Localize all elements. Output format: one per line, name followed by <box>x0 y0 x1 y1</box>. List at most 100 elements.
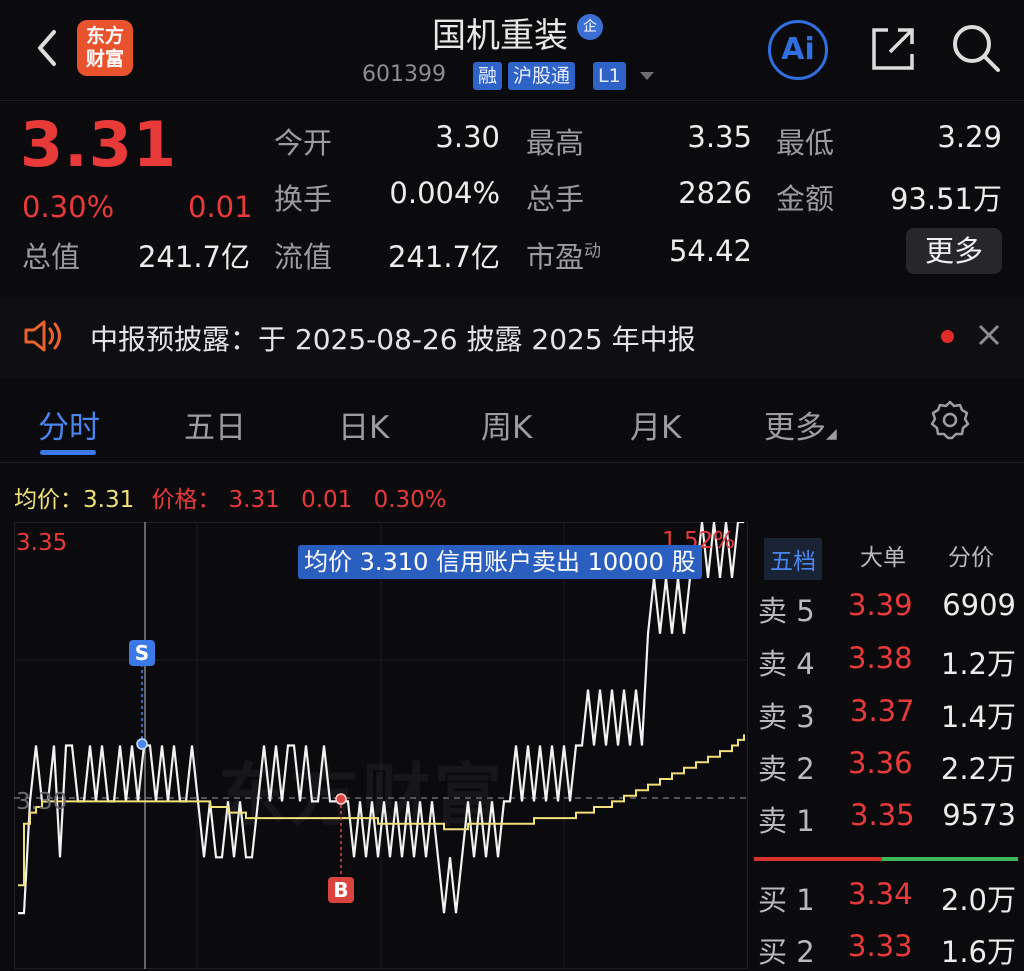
tab-price-distribution[interactable]: 分价 <box>948 538 994 572</box>
header-divider <box>0 100 1024 101</box>
float-cap-label: 流值 <box>274 240 333 274</box>
ask-volume: 1.4万 <box>940 700 1016 734</box>
ask-side-text: 卖 <box>758 752 788 786</box>
tab-more[interactable]: 更多◢ <box>764 402 837 447</box>
ask-volume: 2.2万 <box>940 752 1016 786</box>
logo-line-2: 财富 <box>85 48 124 70</box>
sell-marker[interactable]: S <box>129 640 155 666</box>
ask-level: 1 <box>796 804 815 838</box>
bid-side-text: 买 <box>758 935 788 969</box>
tab-intraday[interactable]: 分时 <box>38 402 100 447</box>
search-icon[interactable] <box>948 20 1004 76</box>
market-cap-value: 241.7亿 <box>137 240 250 274</box>
more-stats-button[interactable]: 更多 <box>906 228 1002 274</box>
volume-value: 2826 <box>678 176 752 210</box>
change-amount: 0.01 <box>188 190 253 224</box>
volume-label: 总手 <box>526 182 585 216</box>
pe-label-sup: 动 <box>584 241 602 262</box>
bid-price: 3.34 <box>848 877 913 911</box>
intraday-chart[interactable] <box>14 522 748 969</box>
ask-label: 卖 2 <box>758 746 815 788</box>
ask-level: 4 <box>796 647 815 681</box>
float-cap-value: 241.7亿 <box>387 240 500 274</box>
active-tab-indicator <box>40 450 96 455</box>
tab-weekly-k[interactable]: 周K <box>481 402 532 447</box>
ask-side-text: 卖 <box>758 700 788 734</box>
buy-point <box>335 793 347 805</box>
bid-level: 1 <box>796 883 815 917</box>
tab-daily-k[interactable]: 日K <box>338 402 389 447</box>
tab-five-levels[interactable]: 五档 <box>764 538 822 580</box>
ask-volume: 9573 <box>942 798 1016 832</box>
ask-price: 3.38 <box>848 641 913 675</box>
dropdown-caret-icon[interactable] <box>640 72 654 80</box>
market-cap-label: 总值 <box>22 240 81 274</box>
back-arrow-icon[interactable] <box>30 26 70 70</box>
ask-level: 2 <box>796 752 815 786</box>
tabs-divider <box>0 462 1024 463</box>
ask-strength-bar <box>754 857 882 861</box>
tab-monthly-k[interactable]: 月K <box>630 402 681 447</box>
open-value: 3.30 <box>435 120 500 154</box>
ask-price: 3.36 <box>848 746 913 780</box>
enterprise-badge: 企 <box>577 14 603 40</box>
amount-label: 金额 <box>776 182 835 216</box>
low-value: 3.29 <box>937 120 1002 154</box>
share-icon[interactable] <box>866 22 920 76</box>
tab-five-day[interactable]: 五日 <box>184 402 246 447</box>
stock-connect-tag: 沪股通 <box>508 62 576 90</box>
bid-price: 3.33 <box>848 929 913 963</box>
price-change: 0.01 <box>301 487 353 513</box>
ask-side-text: 卖 <box>758 594 788 628</box>
pe-label-text: 市盈 <box>526 240 585 274</box>
bid-label: 买 2 <box>758 929 815 971</box>
sell-point <box>136 738 148 750</box>
y-axis-base: 3.30 <box>16 789 68 815</box>
stock-code: 601399 <box>362 62 446 87</box>
gear-icon[interactable] <box>928 398 972 442</box>
bid-label: 买 1 <box>758 877 815 919</box>
ask-volume: 6909 <box>942 588 1016 622</box>
margin-tag: 融 <box>473 62 503 90</box>
logo-line-1: 东方 <box>85 25 124 47</box>
open-label: 今开 <box>274 126 333 160</box>
notice-text[interactable]: 中报预披露：于 2025-08-26 披露 2025 年中报 <box>90 318 696 358</box>
avg-value: 3.31 <box>83 487 135 513</box>
ask-label: 卖 4 <box>758 641 815 683</box>
tab-more-caret-icon: ◢ <box>826 426 837 442</box>
ai-assistant-button[interactable]: Ai <box>768 20 828 80</box>
tab-more-label: 更多 <box>764 410 826 446</box>
low-label: 最低 <box>776 126 835 160</box>
eastmoney-logo: 东方 财富 <box>77 20 133 76</box>
bid-level: 2 <box>796 935 815 969</box>
ask-level: 3 <box>796 700 815 734</box>
ask-side-text: 卖 <box>758 647 788 681</box>
bid-volume: 2.0万 <box>940 883 1016 917</box>
close-icon[interactable] <box>976 322 1002 348</box>
ask-label: 卖 3 <box>758 694 815 736</box>
bid-strength-bar <box>882 857 1018 861</box>
speaker-icon <box>24 320 61 352</box>
bid-side-text: 买 <box>758 883 788 917</box>
last-price: 3.31 <box>20 108 177 181</box>
high-label: 最高 <box>526 126 585 160</box>
ask-level: 5 <box>796 594 815 628</box>
ask-label: 卖 5 <box>758 588 815 630</box>
bid-volume: 1.6万 <box>940 935 1016 969</box>
ask-side-text: 卖 <box>758 804 788 838</box>
price-value: 3.31 <box>228 487 280 513</box>
ask-volume: 1.2万 <box>940 647 1016 681</box>
amount-value: 93.51万 <box>889 182 1002 216</box>
pe-value: 54.42 <box>668 234 752 268</box>
y-axis-high: 3.35 <box>16 530 68 556</box>
ask-label: 卖 1 <box>758 798 815 840</box>
avg-label: 均价： <box>14 487 83 513</box>
unread-dot <box>941 330 954 343</box>
turnover-value: 0.004% <box>389 176 500 210</box>
high-value: 3.35 <box>687 120 752 154</box>
chart-grid <box>14 522 748 969</box>
buy-marker[interactable]: B <box>328 877 354 903</box>
ask-price: 3.39 <box>848 588 913 622</box>
price-label: 价格： <box>151 487 221 513</box>
tab-big-orders[interactable]: 大单 <box>860 538 906 572</box>
